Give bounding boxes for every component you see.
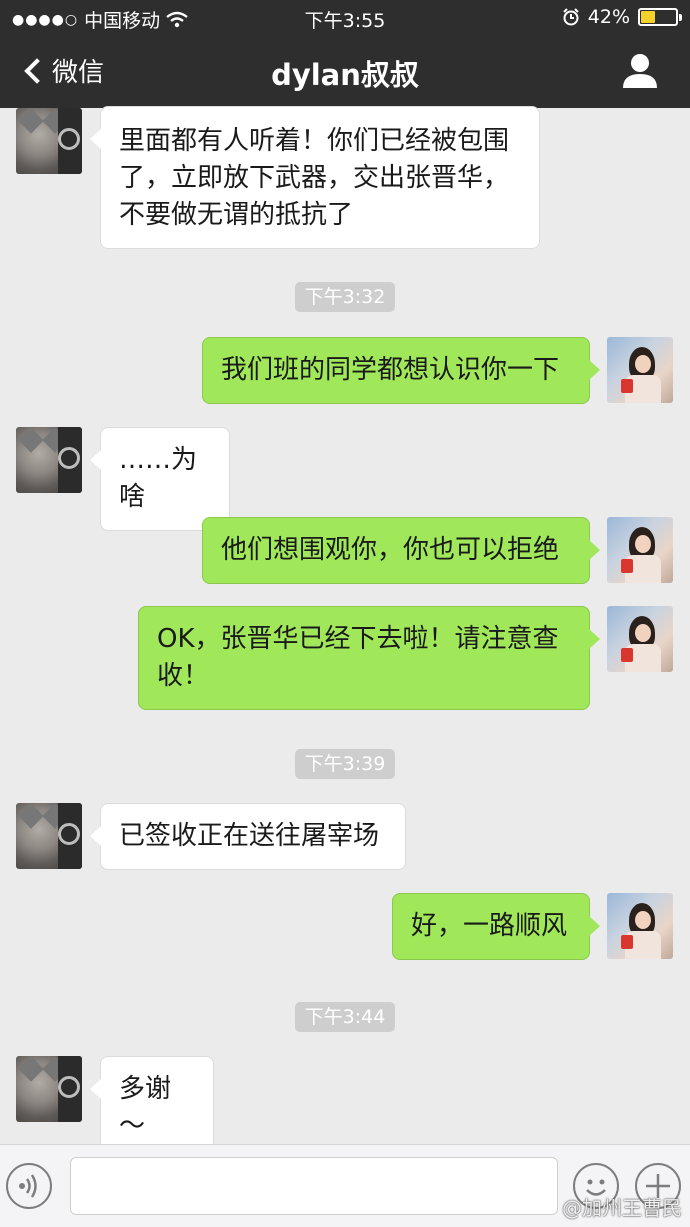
- battery-icon: [638, 8, 682, 26]
- message-input[interactable]: [70, 1157, 558, 1215]
- incoming-message[interactable]: 已签收正在送往屠宰场: [90, 803, 406, 870]
- timestamp: 下午3:32: [0, 282, 690, 312]
- chat-title: dylan叔叔: [271, 58, 419, 92]
- my-avatar[interactable]: [607, 606, 673, 672]
- contact-avatar[interactable]: [16, 108, 82, 174]
- battery-percent: 42%: [587, 6, 630, 28]
- voice-icon: [19, 1174, 37, 1198]
- outgoing-message[interactable]: 他们想围观你，你也可以拒绝: [202, 517, 600, 584]
- top-bar: ●●●●○ 中国移动 下午3:55 42% 微信 dylan叔叔: [0, 0, 690, 108]
- battery-fill: [641, 11, 655, 23]
- incoming-message[interactable]: ……为啥: [90, 427, 230, 531]
- timestamp: 下午3:39: [0, 749, 690, 779]
- my-avatar[interactable]: [607, 517, 673, 583]
- voice-button[interactable]: [6, 1163, 52, 1209]
- my-avatar[interactable]: [607, 337, 673, 403]
- contact-avatar[interactable]: [16, 1056, 82, 1122]
- contact-avatar[interactable]: [16, 803, 82, 869]
- timestamp-label: 下午3:32: [294, 282, 396, 312]
- contact-avatar[interactable]: [16, 427, 82, 493]
- profile-icon[interactable]: [620, 50, 660, 90]
- alarm-icon: [563, 8, 579, 26]
- timestamp: 下午3:44: [0, 1002, 690, 1032]
- outgoing-message[interactable]: OK，张晋华已经下去啦！请注意查收！: [138, 606, 600, 710]
- nav-bar: 微信 dylan叔叔: [0, 36, 690, 108]
- timestamp-label: 下午3:44: [294, 1002, 396, 1032]
- status-bar: ●●●●○ 中国移动 下午3:55 42%: [0, 0, 690, 36]
- my-avatar[interactable]: [607, 893, 673, 959]
- outgoing-message[interactable]: 我们班的同学都想认识你一下: [202, 337, 600, 404]
- watermark: @加州王曹民: [562, 1196, 682, 1220]
- outgoing-message[interactable]: 好，一路顺风: [392, 893, 600, 960]
- timestamp-label: 下午3:39: [294, 749, 396, 779]
- incoming-message[interactable]: 里面都有人听着！你们已经被包围了，立即放下武器，交出张晋华，不要做无谓的抵抗了: [90, 106, 540, 249]
